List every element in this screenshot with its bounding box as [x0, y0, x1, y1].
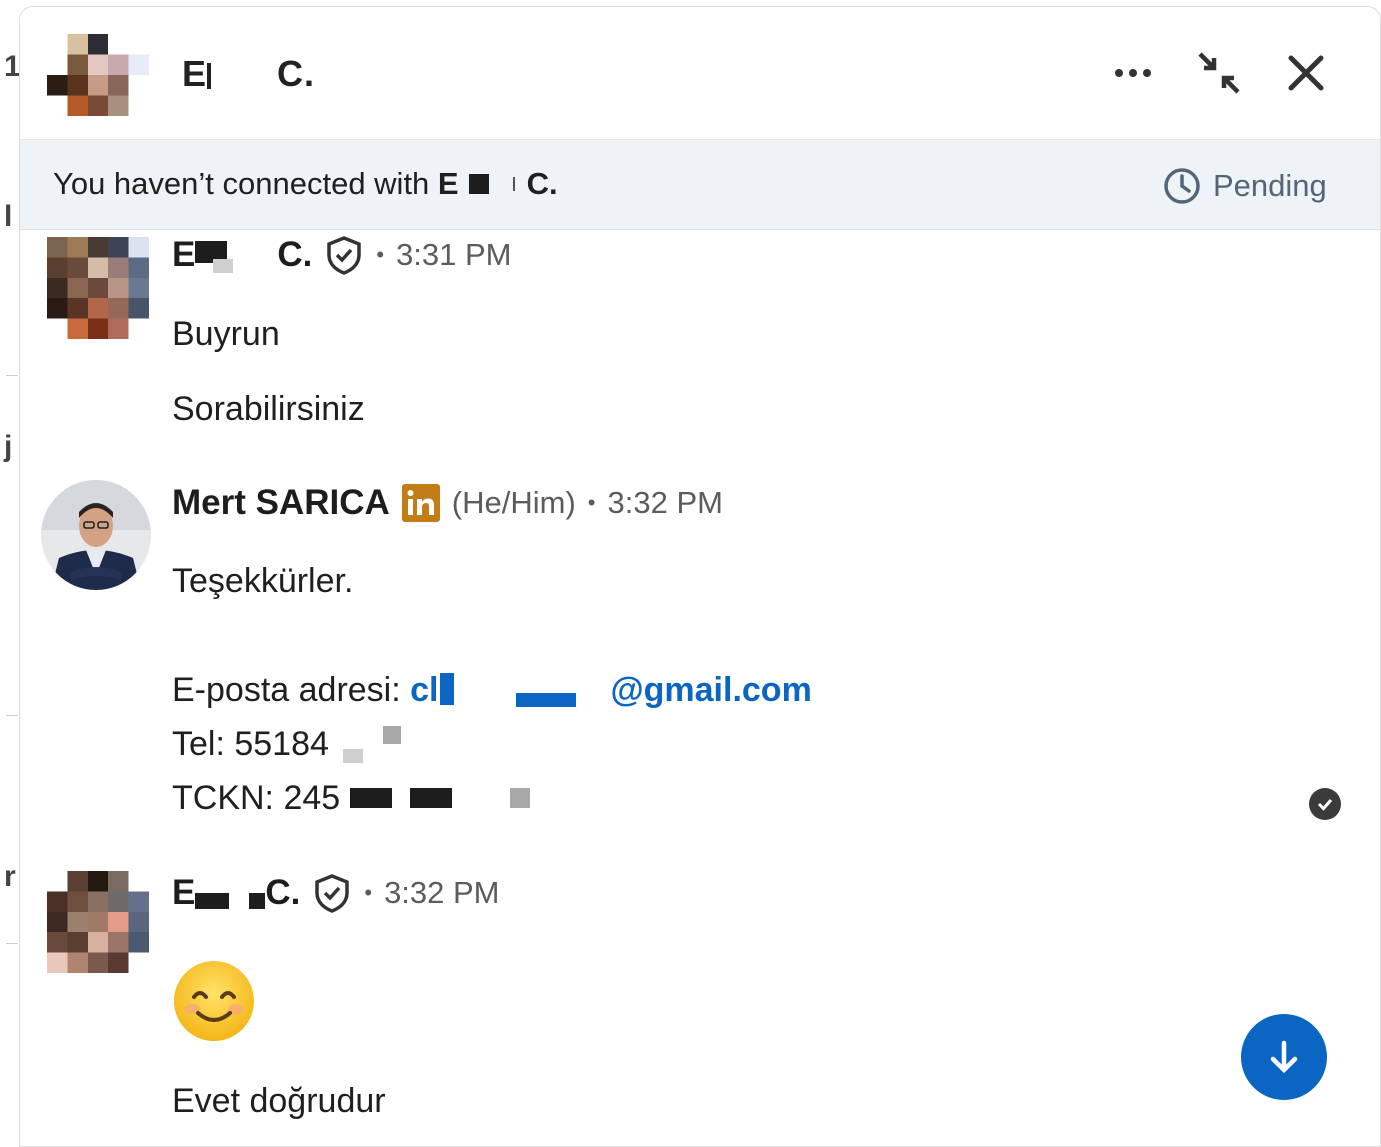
sender-avatar[interactable] [47, 237, 149, 339]
separator: • [376, 242, 385, 267]
sender-name-suffix: C. [265, 873, 301, 912]
more-horizontal-icon [1115, 69, 1151, 77]
redaction [213, 258, 234, 273]
email-label: E-posta adresi: [172, 671, 411, 709]
redaction [516, 693, 577, 708]
connection-banner: You haven’t connected with E C. Pending [20, 140, 1380, 230]
separator: • [364, 880, 373, 905]
phone-label: Tel: 55184 [172, 725, 329, 763]
message-time: 3:32 PM [607, 485, 723, 520]
close-button[interactable] [1280, 47, 1332, 99]
redaction [512, 176, 515, 191]
sender-name[interactable]: E C. [172, 873, 300, 913]
redaction [468, 173, 489, 194]
checkmark-icon [1317, 799, 1333, 811]
background-page: 1 l j r [0, 0, 21, 1147]
connection-banner-text: You haven’t connected with E C. [53, 166, 558, 202]
background-text: j [4, 430, 13, 463]
sender-avatar[interactable] [41, 480, 151, 590]
more-options-button[interactable] [1107, 47, 1159, 99]
verified-shield-icon [315, 874, 350, 913]
email-prefix: cl [410, 671, 439, 709]
contact-name-suffix: C. [277, 53, 316, 94]
message-header-1: E C. • 3:31 PM [172, 235, 512, 275]
background-divider [6, 375, 18, 376]
contact-name-prefix: E [182, 53, 208, 94]
contact-avatar[interactable] [47, 32, 149, 118]
banner-name-prefix: E [437, 166, 459, 201]
message-header: E C. [20, 7, 1380, 140]
redaction [382, 726, 401, 745]
email-suffix: @gmail.com [610, 671, 812, 709]
redaction [350, 788, 393, 809]
email-link[interactable]: cl @gmail.com [410, 671, 812, 709]
message-text: Evet doğrudur [172, 1082, 386, 1120]
message-text: Teşekkürler. [172, 562, 354, 600]
separator: • [587, 490, 596, 515]
verified-shield-icon [327, 236, 362, 275]
redaction [195, 892, 230, 909]
message-list: E C. • 3:31 PM Buyrun Sorabilirsiniz Mer… [20, 231, 1380, 1146]
banner-message: You haven’t connected with [53, 166, 438, 201]
scroll-to-bottom-button[interactable] [1241, 1014, 1327, 1100]
sender-name-suffix: C. [277, 235, 313, 274]
tckn-label: TCKN: 245 [172, 779, 341, 817]
background-text: l [4, 200, 13, 233]
contact-name[interactable]: E C. [182, 53, 315, 95]
message-header-3: E C. • 3:32 PM [172, 873, 500, 913]
phone-line: Tel: 55184 [172, 725, 401, 764]
collapse-arrows-icon [1198, 52, 1240, 94]
read-receipt [1309, 788, 1341, 820]
message-time: 3:32 PM [384, 875, 500, 910]
message-time: 3:31 PM [396, 237, 512, 272]
banner-name-suffix: C. [526, 166, 558, 201]
email-line: E-posta adresi: cl @gmail.com [172, 671, 812, 711]
minimize-button[interactable] [1193, 47, 1245, 99]
redaction [440, 673, 455, 706]
sender-name-prefix: E [172, 873, 196, 912]
tckn-line: TCKN: 245 [172, 779, 531, 818]
smiling-face-emoji [174, 961, 254, 1041]
pending-status[interactable]: Pending [1163, 164, 1327, 208]
background-divider [6, 715, 18, 716]
sender-name-prefix: E [172, 235, 196, 274]
arrow-down-icon [1270, 1040, 1298, 1074]
redaction [510, 788, 531, 809]
background-divider [6, 943, 18, 944]
redaction [249, 892, 266, 909]
redaction [207, 63, 212, 90]
sender-name[interactable]: Mert SARICA [172, 483, 390, 523]
redaction [342, 749, 363, 764]
background-text: r [4, 860, 16, 893]
message-text: Sorabilirsiniz [172, 390, 365, 428]
sender-name[interactable]: E C. [172, 235, 312, 275]
message-text: Buyrun [172, 315, 280, 353]
message-window: E C. You haven’t connected with E C. Pen… [19, 6, 1381, 1147]
sender-avatar[interactable] [47, 871, 149, 973]
clock-icon [1164, 168, 1200, 204]
sender-pronouns: (He/Him) [451, 485, 576, 520]
linkedin-premium-icon [401, 484, 440, 522]
pending-label: Pending [1213, 168, 1327, 203]
message-header-2: Mert SARICA (He/Him) • 3:32 PM [172, 483, 723, 523]
redaction [410, 788, 453, 809]
close-icon [1288, 55, 1324, 91]
